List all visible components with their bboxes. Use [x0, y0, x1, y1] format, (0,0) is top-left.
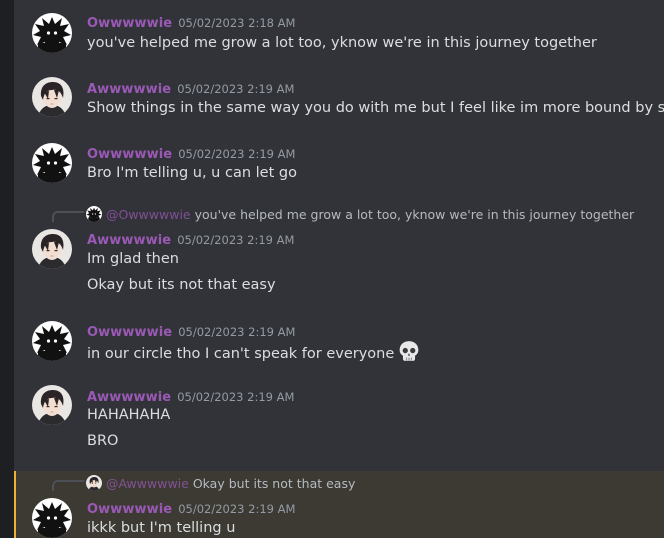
message-header: Awwwwwie 05/02/2023 2:19 AM	[87, 386, 295, 405]
reply-preview[interactable]: @Owwwwwie you've helped me grow a lot too…	[86, 206, 634, 222]
message-text-content: in our circle tho I can't speak for ever…	[87, 346, 395, 362]
author-name[interactable]: Owwwwwie	[87, 325, 172, 340]
message-text: BRO	[87, 433, 119, 449]
message-header: Owwwwwie 05/02/2023 2:19 AM	[87, 321, 296, 340]
message-timestamp: 05/02/2023 2:19 AM	[177, 233, 295, 247]
message-group: Owwwwwie 05/02/2023 2:18 AM you've helped…	[14, 6, 664, 58]
reply-avatar-icon	[86, 475, 102, 491]
message-header: Owwwwwie 05/02/2023 2:19 AM	[87, 498, 296, 517]
message-text: in our circle tho I can't speak for ever…	[87, 340, 420, 368]
user-avatar-owwwwwie[interactable]	[32, 143, 72, 183]
message-group: @Owwwwwie you've helped me grow a lot too…	[14, 202, 664, 306]
message-timestamp: 05/02/2023 2:19 AM	[177, 82, 295, 96]
message-text: Show things in the same way you do with …	[87, 100, 664, 116]
message-group-highlighted: @Awwwwwie Okay but its not that easy Owww…	[14, 471, 664, 538]
skull-emoji-icon[interactable]	[398, 340, 420, 368]
user-avatar-owwwwwie[interactable]	[32, 498, 72, 538]
user-avatar-awwwwwie[interactable]	[32, 77, 72, 117]
message-timestamp: 05/02/2023 2:19 AM	[178, 502, 296, 516]
author-name[interactable]: Awwwwwie	[87, 82, 171, 97]
user-avatar-awwwwwie[interactable]	[32, 385, 72, 425]
reply-mention[interactable]: @Awwwwwie	[106, 476, 189, 491]
message-header: Owwwwwie 05/02/2023 2:18 AM	[87, 12, 296, 31]
message-group: Awwwwwie 05/02/2023 2:19 AM Show things i…	[14, 72, 664, 124]
message-group: Owwwwwie 05/02/2023 2:19 AM in our circle…	[14, 315, 664, 371]
author-name[interactable]: Awwwwwie	[87, 390, 171, 405]
message-timestamp: 05/02/2023 2:19 AM	[177, 390, 295, 404]
message-text: HAHAHAHA	[87, 407, 171, 423]
reply-thread-connector	[52, 480, 84, 491]
message-timestamp: 05/02/2023 2:19 AM	[178, 325, 296, 339]
message-text: Bro I'm telling u, u can let go	[87, 165, 297, 181]
user-avatar-owwwwwie[interactable]	[32, 321, 72, 361]
message-text: Okay but its not that easy	[87, 277, 276, 293]
message-timestamp: 05/02/2023 2:18 AM	[178, 16, 296, 30]
message-header: Awwwwwie 05/02/2023 2:19 AM	[87, 78, 295, 97]
reply-thread-connector	[52, 211, 84, 222]
message-group: Awwwwwie 05/02/2023 2:19 AM HAHAHAHA BRO	[14, 380, 664, 462]
message-text: ikkk but I'm telling u	[87, 520, 236, 536]
author-name[interactable]: Owwwwwie	[87, 16, 172, 31]
user-avatar-owwwwwie[interactable]	[32, 13, 72, 53]
user-avatar-awwwwwie[interactable]	[32, 229, 72, 269]
author-name[interactable]: Owwwwwie	[87, 147, 172, 162]
reply-text: Okay but its not that easy	[192, 476, 356, 491]
message-text: Im glad then	[87, 251, 179, 267]
reply-text: you've helped me grow a lot too, yknow w…	[194, 207, 635, 222]
author-name[interactable]: Awwwwwie	[87, 233, 171, 248]
author-name[interactable]: Owwwwwie	[87, 502, 172, 517]
message-group: Owwwwwie 05/02/2023 2:19 AM Bro I'm telli…	[14, 137, 664, 189]
message-timestamp: 05/02/2023 2:19 AM	[178, 147, 296, 161]
message-header: Awwwwwie 05/02/2023 2:19 AM	[87, 229, 295, 248]
message-text: you've helped me grow a lot too, yknow w…	[87, 35, 597, 51]
reply-mention[interactable]: @Owwwwwie	[106, 207, 191, 222]
reply-avatar-icon	[86, 206, 102, 222]
reply-preview[interactable]: @Awwwwwie Okay but its not that easy	[86, 475, 355, 491]
chat-messages-pane[interactable]: Owwwwwie 05/02/2023 2:18 AM you've helped…	[14, 0, 664, 538]
message-header: Owwwwwie 05/02/2023 2:19 AM	[87, 143, 296, 162]
